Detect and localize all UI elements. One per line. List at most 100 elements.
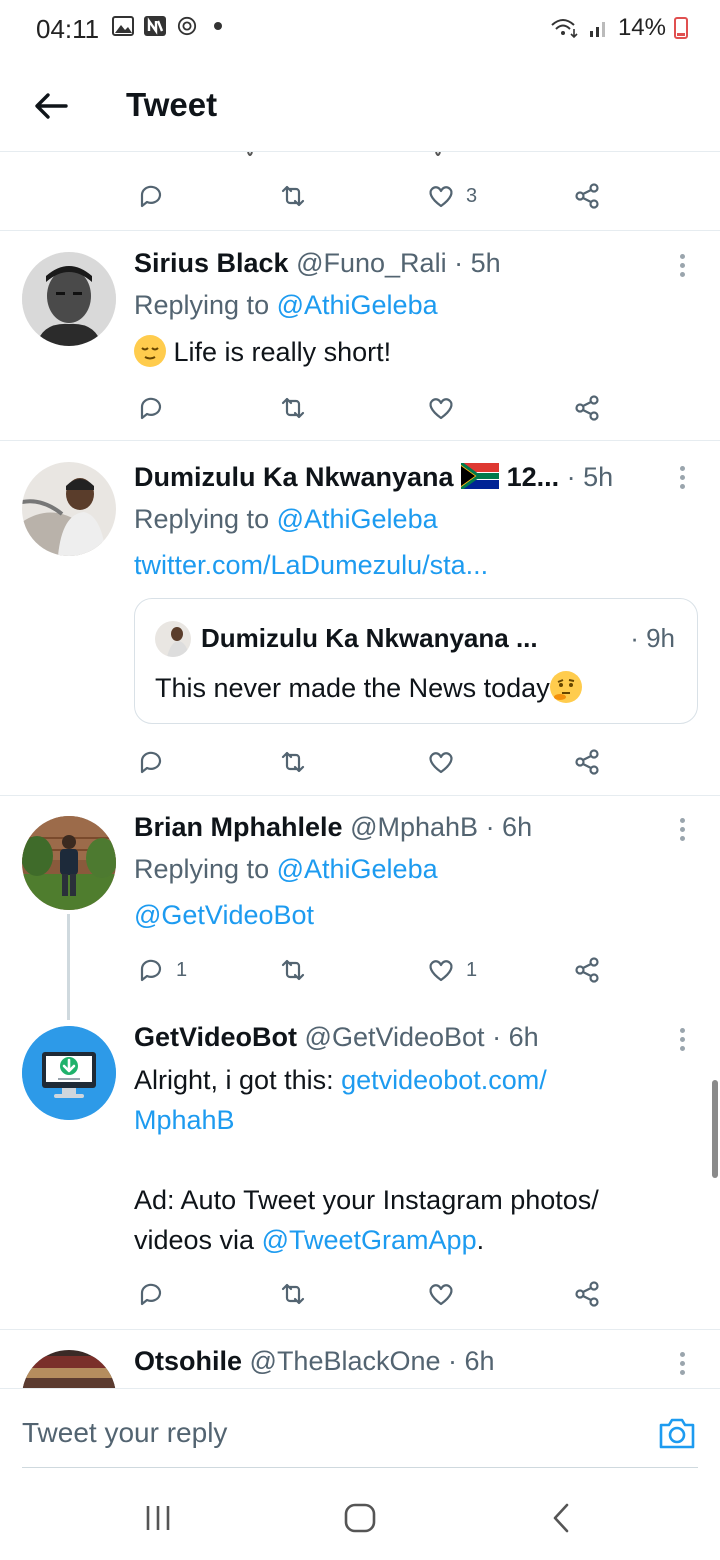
share-button[interactable] [572,1274,602,1314]
retweet-button[interactable] [278,950,308,990]
signal-icon [589,22,605,37]
status-time: 04:11 [36,14,100,44]
heart-icon [429,752,453,774]
avatar[interactable] [22,462,116,556]
relieved-face-emoji [134,335,166,367]
tweet-author-name-suffix[interactable]: 12... [507,462,560,492]
quote-avatar [155,621,191,657]
tweet-actions: 3 [136,176,616,216]
like-count: 3 [466,184,478,207]
more-options-icon[interactable] [680,1028,688,1054]
news-app-icon [144,16,166,36]
tweet-link[interactable]: twitter.com/LaDumezulu/sta... [134,550,488,581]
replying-to-mention[interactable]: @AthiGeleba [277,504,438,534]
nav-back-icon[interactable] [542,1498,582,1538]
tweet-link[interactable]: getvideobot.com/ [341,1065,547,1095]
clipped-text [247,152,441,156]
conversation-list[interactable]: 3 Sirius Black @Funo_Rali · 5h Replying … [0,152,720,1388]
tweet-mention[interactable]: @GetVideoBot [134,900,314,931]
reply-button[interactable] [136,742,166,782]
tweet-body: Alright, i got this: [134,1065,334,1095]
retweet-icon [281,959,305,981]
more-options-icon[interactable] [680,1352,688,1378]
like-button[interactable] [426,388,456,428]
like-button[interactable]: 3 [426,176,477,216]
tweet-time: · 6h [485,812,533,842]
back-arrow-icon[interactable] [30,86,70,126]
status-bar: 04:11 14% [0,0,720,58]
tweet-link-continued[interactable]: MphahB [134,1100,599,1140]
tweet-author-handle[interactable]: @GetVideoBot [305,1022,485,1052]
reply-button[interactable] [136,176,166,216]
retweet-button[interactable] [278,176,308,216]
divider [0,230,720,231]
avatar[interactable] [22,252,116,346]
like-button[interactable] [426,1274,456,1314]
heart-icon [429,1284,453,1306]
tweet-time: · 5h [454,248,501,278]
replying-to-label: Replying to [134,290,270,320]
battery-icon [674,17,688,39]
reply-icon [140,185,162,208]
more-options-icon[interactable] [680,466,688,492]
retweet-button[interactable] [278,388,308,428]
replying-to-mention[interactable]: @AthiGeleba [277,854,438,884]
tweet-body: Life is really short! [173,337,392,367]
south-africa-flag-icon [461,463,500,489]
gallery-icon [112,16,134,36]
reply-button[interactable] [136,1274,166,1314]
tweet-author-name[interactable]: GetVideoBot [134,1022,297,1052]
tweet-time: · 5h [566,462,614,492]
reply-icon [140,1283,162,1306]
reply-button[interactable]: 1 [136,950,187,990]
reply-icon [140,397,162,420]
share-icon [575,183,599,209]
tweet-author-name[interactable]: Sirius Black [134,248,289,278]
share-icon [575,957,599,983]
tweet-actions [136,388,616,428]
ad-line-prefix: videos via [134,1225,255,1255]
retweet-icon [281,751,305,773]
share-button[interactable] [572,388,602,428]
tweet-author-name[interactable]: Brian Mphahlele [134,812,343,842]
tweet-author-name[interactable]: Otsohile [134,1346,242,1376]
avatar[interactable] [22,1026,116,1120]
divider [0,1329,720,1330]
tweet-text: Life is really short! [134,332,391,372]
recent-apps-icon[interactable] [138,1498,178,1538]
page-title: Tweet [126,86,218,123]
reply-composer: Tweet your reply [0,1388,720,1468]
quoted-tweet-card[interactable]: Dumizulu Ka Nkwanyana ... · 9h This neve… [134,598,698,724]
camera-icon[interactable] [658,1415,696,1451]
avatar[interactable] [22,816,116,910]
tweet-author-handle[interactable]: @Funo_Rali [296,248,446,278]
tweet-actions [136,1274,616,1314]
heart-icon [429,398,453,420]
share-button[interactable] [572,742,602,782]
quote-text: This never made the News today [155,673,550,703]
like-button[interactable] [426,742,456,782]
tweet-author-handle[interactable]: @TheBlackOne [250,1346,441,1376]
status-right: 14% [550,14,688,42]
avatar-image [22,816,116,910]
reply-button[interactable] [136,388,166,428]
share-button[interactable] [572,176,602,216]
avatar[interactable] [22,1350,116,1388]
reply-input[interactable]: Tweet your reply [22,1417,227,1449]
like-button[interactable]: 1 [426,950,477,990]
avatar-image [22,1350,116,1388]
home-icon[interactable] [340,1498,380,1538]
tweet-author-handle[interactable]: @MphahB [350,812,478,842]
retweet-button[interactable] [278,742,308,782]
divider [0,795,720,796]
tweet-author-name[interactable]: Dumizulu Ka Nkwanyana [134,462,454,492]
more-options-icon[interactable] [680,254,688,280]
replying-to-mention[interactable]: @AthiGeleba [277,290,438,320]
ad-mention[interactable]: @TweetGramApp [262,1225,477,1255]
more-options-icon[interactable] [680,818,688,844]
share-icon [575,749,599,775]
retweet-button[interactable] [278,1274,308,1314]
scrollbar[interactable] [712,1080,718,1178]
share-button[interactable] [572,950,602,990]
like-count: 1 [466,958,478,981]
